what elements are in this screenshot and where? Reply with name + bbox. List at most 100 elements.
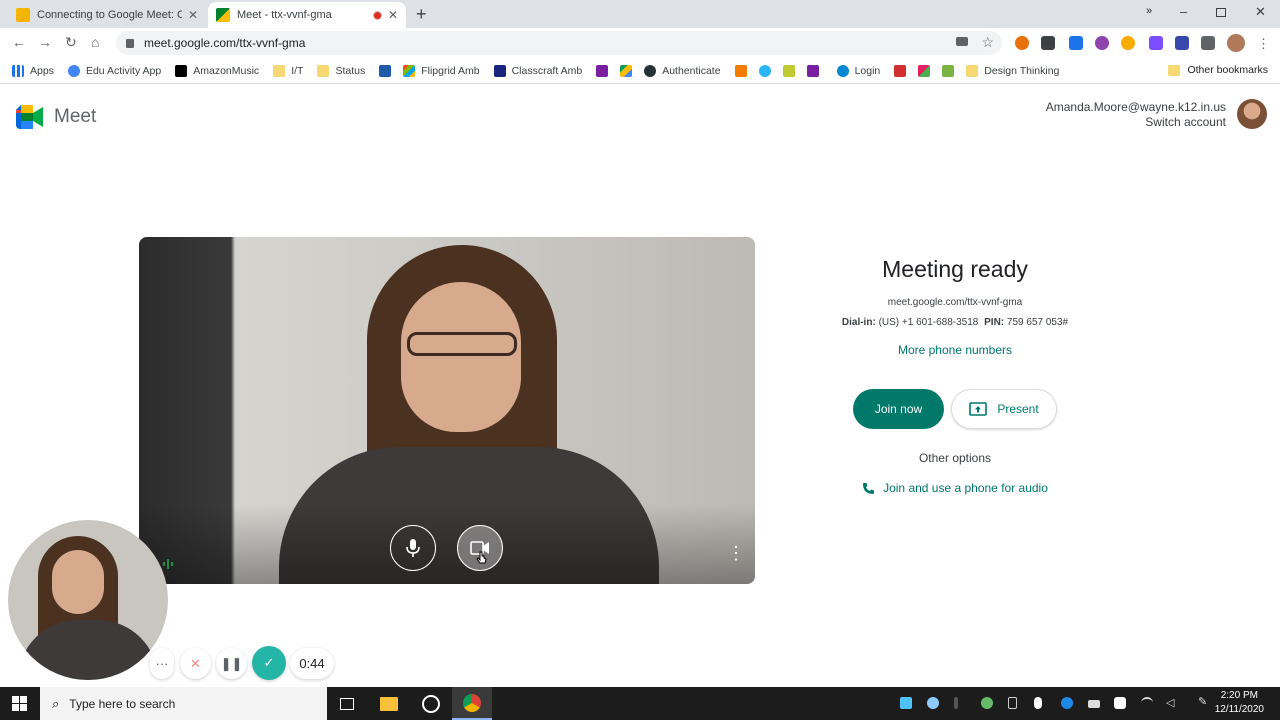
microphone-toggle-button[interactable] — [390, 525, 436, 571]
bluetooth-icon[interactable] — [1061, 697, 1073, 709]
task-view-icon[interactable] — [327, 687, 367, 720]
bookmark-icon-only[interactable] — [942, 64, 955, 77]
close-window-icon[interactable]: ✕ — [1255, 4, 1266, 20]
recorder-timer: 0:44 — [290, 648, 334, 679]
puzzle-icon[interactable] — [1201, 36, 1215, 50]
bookmark-apps[interactable]: Apps — [12, 64, 54, 77]
bookmark-s-icon — [379, 64, 392, 77]
bookmark-icon-only[interactable] — [620, 64, 633, 77]
bookmark-icon-only[interactable] — [758, 64, 771, 77]
forward-icon[interactable]: → — [38, 34, 52, 50]
its-icon — [734, 64, 747, 77]
recorder-more-button[interactable]: ··· — [150, 648, 174, 679]
bookmark-icon-only[interactable] — [596, 64, 609, 77]
star-icon[interactable]: ☆ — [981, 34, 994, 51]
recorder-cancel-button[interactable]: ✕ — [180, 648, 211, 679]
taskbar-clock[interactable]: 2:20 PM 12/11/2020 — [1215, 689, 1264, 717]
bookmark-icon-only[interactable] — [379, 64, 392, 77]
phone-audio-link[interactable]: Join and use a phone for audio — [830, 481, 1080, 495]
bookmark-design-thinking[interactable]: Design Thinking — [966, 64, 1059, 77]
bookmark-icon-only[interactable] — [894, 64, 907, 77]
join-now-button[interactable]: Join now — [853, 389, 944, 429]
bookmark-icon-only[interactable] — [734, 64, 747, 77]
join-buttons: Join now Present — [830, 389, 1080, 429]
account-avatar[interactable] — [1237, 99, 1267, 129]
extension-icon[interactable] — [1041, 36, 1055, 50]
other-bookmarks[interactable]: Other bookmarks — [1168, 64, 1268, 76]
globe-icon — [758, 64, 771, 77]
usb-icon[interactable] — [1008, 697, 1017, 709]
bookmark-status[interactable]: Status — [317, 64, 365, 77]
new-tab-button[interactable]: + — [416, 4, 427, 25]
windows-start-icon[interactable] — [12, 696, 27, 711]
file-explorer-icon[interactable] — [369, 687, 409, 720]
bookmark-amazonmusic[interactable]: AmazonMusic — [175, 64, 259, 77]
bookmark-icon-only[interactable] — [782, 64, 795, 77]
menu-kebab-icon[interactable]: ⋮ — [1257, 36, 1271, 51]
adobe-icon — [894, 64, 907, 77]
recorder-pause-button[interactable]: ❚❚ — [216, 648, 247, 679]
webcam-bubble[interactable] — [8, 520, 168, 680]
folder-icon — [317, 64, 330, 77]
windows-taskbar: ⌕ Type here to search ◁ ✎ 2:20 PM 12/11/… — [0, 687, 1280, 720]
back-icon[interactable]: ← — [12, 34, 26, 50]
taskbar-search-box[interactable]: ⌕ Type here to search — [40, 687, 327, 720]
bookmark-icon-only[interactable] — [918, 64, 931, 77]
extension-icon[interactable] — [1095, 36, 1109, 50]
onedrive-icon[interactable] — [927, 697, 939, 709]
extension-icon[interactable] — [1121, 36, 1135, 50]
folder-icon — [273, 64, 286, 77]
close-tab-icon[interactable]: ✕ — [188, 8, 198, 22]
teams-icon — [596, 64, 609, 77]
tray-app-icon[interactable] — [954, 697, 958, 709]
recorder-done-button[interactable]: ✓ — [252, 646, 286, 680]
bookmark-authenticate[interactable]: Authenticate — [644, 64, 721, 77]
bookmark-login[interactable]: Login — [836, 64, 880, 77]
xbox-icon[interactable] — [411, 687, 451, 720]
microsoft-icon — [403, 64, 416, 77]
home-icon[interactable]: ⌂ — [91, 34, 99, 50]
switch-account-link[interactable]: Switch account — [1046, 115, 1226, 130]
authenticate-icon — [644, 64, 657, 77]
bookmarks-bar: Apps Edu Activity App AmazonMusic I/T St… — [0, 58, 1280, 84]
close-tab-icon[interactable]: ✕ — [388, 8, 398, 22]
minimize-icon[interactable]: – — [1180, 4, 1187, 19]
security-icon[interactable] — [1114, 697, 1126, 709]
bookmark-classcraft[interactable]: Classcraft Amb — [493, 64, 582, 77]
bookmark-it[interactable]: I/T — [273, 64, 303, 77]
maximize-icon[interactable] — [1216, 8, 1226, 17]
meeting-url: meet.google.com/ttx-vvnf-gma — [887, 297, 1023, 308]
drive-icon — [620, 64, 633, 77]
tray-app-icon[interactable] — [900, 697, 912, 709]
bookmarks-overflow-icon[interactable]: » — [1146, 5, 1152, 17]
extension-icon[interactable] — [1175, 36, 1189, 50]
camera-in-use-icon[interactable] — [956, 37, 968, 46]
pen-icon[interactable]: ✎ — [1198, 695, 1210, 708]
more-options-icon[interactable]: ⋮ — [727, 544, 745, 562]
wifi-icon[interactable] — [1141, 697, 1153, 709]
battery-icon[interactable] — [1088, 700, 1100, 708]
address-bar[interactable]: meet.google.com/ttx-vvnf-gma ☆ — [116, 31, 1002, 55]
tab-meet[interactable]: Meet - ttx-vvnf-gma ✕ — [208, 2, 406, 28]
recorder-tray-icon[interactable] — [981, 697, 993, 709]
chrome-taskbar-icon[interactable] — [452, 687, 492, 720]
p-icon — [806, 64, 819, 77]
meet-logo-icon — [16, 105, 43, 129]
meet-logo[interactable]: Meet — [16, 105, 96, 129]
bookmark-edu-activity[interactable]: Edu Activity App — [67, 64, 161, 77]
bookmark-icon-only[interactable] — [806, 64, 819, 77]
browser-tab-strip: Connecting to Google Meet: Can ✕ Meet - … — [0, 0, 1280, 28]
present-button[interactable]: Present — [951, 389, 1057, 429]
extension-icon[interactable] — [1015, 36, 1029, 50]
microphone-tray-icon[interactable] — [1034, 697, 1042, 709]
extension-icon[interactable] — [1069, 36, 1083, 50]
bookmark-flipgrid[interactable]: Flipgrid Amb — [403, 64, 480, 77]
mouse-cursor-icon — [476, 551, 487, 564]
extension-icon[interactable] — [1149, 36, 1163, 50]
profile-avatar-icon[interactable] — [1227, 34, 1245, 52]
reload-icon[interactable]: ↻ — [65, 34, 77, 51]
google-icon — [67, 64, 80, 77]
more-phone-numbers-link[interactable]: More phone numbers — [830, 343, 1080, 357]
volume-icon[interactable]: ◁ — [1166, 696, 1178, 709]
tab-connecting[interactable]: Connecting to Google Meet: Can ✕ — [8, 2, 206, 28]
